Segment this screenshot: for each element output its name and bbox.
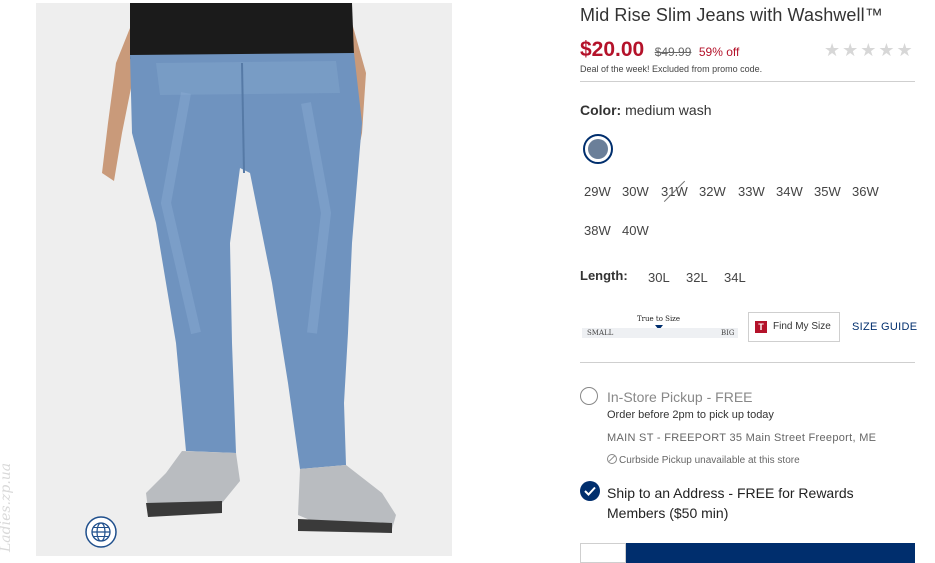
size-option-unavailable[interactable]: 31W (661, 184, 688, 199)
store-address-link[interactable]: MAIN ST - FREEPORT 35 Main Street Freepo… (607, 432, 876, 444)
true-fit-icon: T (755, 321, 767, 333)
curbside-text: Curbside Pickup unavailable at this stor… (619, 455, 800, 466)
divider (580, 362, 915, 363)
pickup-radio[interactable] (580, 387, 598, 405)
product-title: Mid Rise Slim Jeans with Washwell™ (580, 5, 883, 25)
quantity-stepper[interactable] (580, 543, 626, 563)
length-label: Length: (580, 268, 628, 283)
find-my-size-button[interactable]: T Find My Size (748, 312, 840, 342)
pickup-label[interactable]: In-Store Pickup - FREE (607, 389, 753, 405)
size-option[interactable]: 38W (584, 223, 611, 238)
length-option[interactable]: 34L (724, 270, 746, 285)
deal-note: Deal of the week! Excluded from promo co… (580, 64, 763, 74)
checkmark-icon (584, 486, 596, 496)
size-option[interactable]: 29W (584, 184, 611, 199)
pickup-note: Order before 2pm to pick up today (607, 409, 774, 421)
original-price: $49.99 (654, 45, 692, 59)
price-row: $20.00 $49.99 59% off (580, 38, 739, 62)
jeans-photo (36, 3, 452, 556)
sale-price: $20.00 (580, 38, 645, 61)
fit-big-label: BIG (721, 329, 735, 337)
size-option[interactable]: 32W (699, 184, 726, 199)
size-guide-link[interactable]: SIZE GUIDE (852, 321, 917, 333)
product-image (36, 3, 452, 556)
fit-scale: True to Size SMALL BIG (580, 313, 738, 339)
fit-true-label: True to Size (637, 315, 681, 323)
length-option[interactable]: 30L (648, 270, 670, 285)
divider (580, 81, 915, 82)
color-row: Color: medium wash (580, 102, 711, 118)
color-value: medium wash (625, 102, 712, 118)
color-label: Color: (580, 102, 622, 118)
watermark-text: Ladies.zp.ua (0, 462, 14, 552)
ship-to-address-label[interactable]: Ship to an Address - FREE for Rewards Me… (607, 483, 907, 523)
size-option[interactable]: 34W (776, 184, 803, 199)
size-option[interactable]: 40W (622, 223, 649, 238)
rating-stars[interactable]: ★★★★★ (824, 40, 915, 61)
size-option[interactable]: 36W (852, 184, 879, 199)
unavailable-icon (607, 454, 617, 464)
find-my-size-label: Find My Size (773, 321, 831, 332)
add-to-bag-button[interactable] (626, 543, 915, 563)
color-swatch-medium-wash[interactable] (583, 134, 613, 164)
discount-badge: 59% off (698, 45, 740, 59)
curbside-note: Curbside Pickup unavailable at this stor… (607, 454, 800, 466)
size-option[interactable]: 33W (738, 184, 765, 199)
ship-radio-selected[interactable] (580, 481, 600, 501)
fit-small-label: SMALL (587, 329, 614, 337)
size-option[interactable]: 35W (814, 184, 841, 199)
size-option[interactable]: 30W (622, 184, 649, 199)
globe-icon[interactable] (84, 515, 118, 549)
length-option[interactable]: 32L (686, 270, 708, 285)
